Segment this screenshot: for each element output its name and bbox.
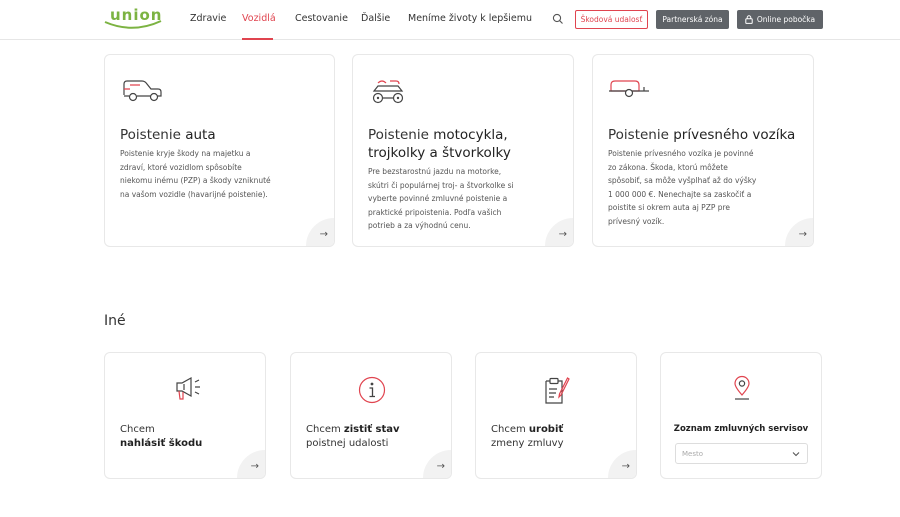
- arrow-button[interactable]: →: [423, 450, 451, 478]
- arrow-button[interactable]: →: [306, 218, 334, 246]
- arrow-right-icon: →: [250, 461, 259, 472]
- clipboard-pen-icon: [545, 377, 570, 404]
- megaphone-icon: [176, 376, 200, 400]
- action-card-claim-status[interactable]: Chcem zistiť stav poistnej udalosti →: [290, 352, 452, 479]
- partner-zone-button[interactable]: Partnerská zóna: [656, 10, 729, 29]
- product-description: Pre bezstarostnú jazdu na motorke, skútr…: [368, 167, 514, 230]
- action-card-label: Chcem urobiť zmeny zmluvy: [491, 424, 564, 449]
- online-branch-button[interactable]: Online pobočka: [737, 10, 823, 29]
- product-description: Poistenie prívesného vozíka je povinné z…: [608, 149, 757, 226]
- site-header: union Zdravie Vozidlá Cestovanie Ďalšie …: [0, 0, 900, 40]
- nav-menime-zivoty[interactable]: Meníme životy k lepšiemu: [408, 13, 532, 24]
- arrow-right-icon: →: [436, 461, 445, 472]
- product-title: Poistenie prívesného vozíka: [608, 127, 796, 143]
- action-card-contract-change[interactable]: Chcem urobiť zmeny zmluvy →: [475, 352, 637, 479]
- quad-bike-icon: [372, 80, 404, 104]
- servis-title: Zoznam zmluvných servisov: [673, 424, 809, 434]
- arrow-button[interactable]: →: [785, 218, 813, 246]
- online-branch-label: Online pobočka: [756, 15, 816, 24]
- action-card-label: Chcem nahlásiť škodu: [120, 424, 203, 449]
- claim-button[interactable]: Škodová udalosť: [575, 10, 648, 29]
- arrow-button[interactable]: →: [237, 450, 265, 478]
- product-card-motocykel[interactable]: Poistenie motocykla, trojkolky a štvorkol…: [352, 54, 574, 247]
- active-nav-underline: [242, 38, 273, 40]
- servis-search-card: Zoznam zmluvných servisov Mesto: [660, 352, 822, 479]
- city-select[interactable]: Mesto: [675, 443, 808, 464]
- location-pin-icon: [734, 375, 750, 400]
- product-title: Poistenie motocykla, trojkolky a štvorkol…: [368, 127, 511, 161]
- logo-swoosh-icon: [104, 20, 162, 29]
- arrow-right-icon: →: [319, 229, 328, 240]
- product-card-vozik[interactable]: Poistenie prívesného vozíka Poistenie pr…: [592, 54, 814, 247]
- arrow-right-icon: →: [798, 229, 807, 240]
- action-card-label: Chcem zistiť stav poistnej udalosti: [306, 424, 400, 449]
- product-card-auto[interactable]: Poistenie auta Poistenie kryje škody na …: [104, 54, 335, 247]
- product-title: Poistenie auta: [120, 127, 216, 143]
- search-icon[interactable]: [552, 13, 564, 25]
- arrow-right-icon: →: [558, 229, 567, 240]
- union-logo[interactable]: union: [104, 6, 162, 30]
- chevron-down-icon: [792, 452, 800, 457]
- nav-dalsie[interactable]: Ďalšie: [361, 13, 390, 24]
- nav-vozidla[interactable]: Vozidlá: [242, 13, 276, 24]
- car-icon: [123, 80, 162, 102]
- product-description: Poistenie kryje škody na majetku a zdrav…: [120, 149, 271, 199]
- section-title-ine: Iné: [104, 313, 126, 329]
- claim-button-label: Škodová udalosť: [580, 15, 643, 24]
- info-icon: [358, 376, 386, 404]
- arrow-button[interactable]: →: [545, 218, 573, 246]
- lock-icon: [745, 15, 753, 24]
- arrow-right-icon: →: [621, 461, 630, 472]
- action-card-report-claim[interactable]: Chcem nahlásiť škodu →: [104, 352, 266, 479]
- nav-zdravie[interactable]: Zdravie: [190, 13, 226, 24]
- arrow-button[interactable]: →: [608, 450, 636, 478]
- city-select-placeholder: Mesto: [682, 450, 704, 458]
- nav-cestovanie[interactable]: Cestovanie: [295, 13, 348, 24]
- trailer-icon: [609, 80, 649, 98]
- partner-zone-label: Partnerská zóna: [662, 15, 723, 24]
